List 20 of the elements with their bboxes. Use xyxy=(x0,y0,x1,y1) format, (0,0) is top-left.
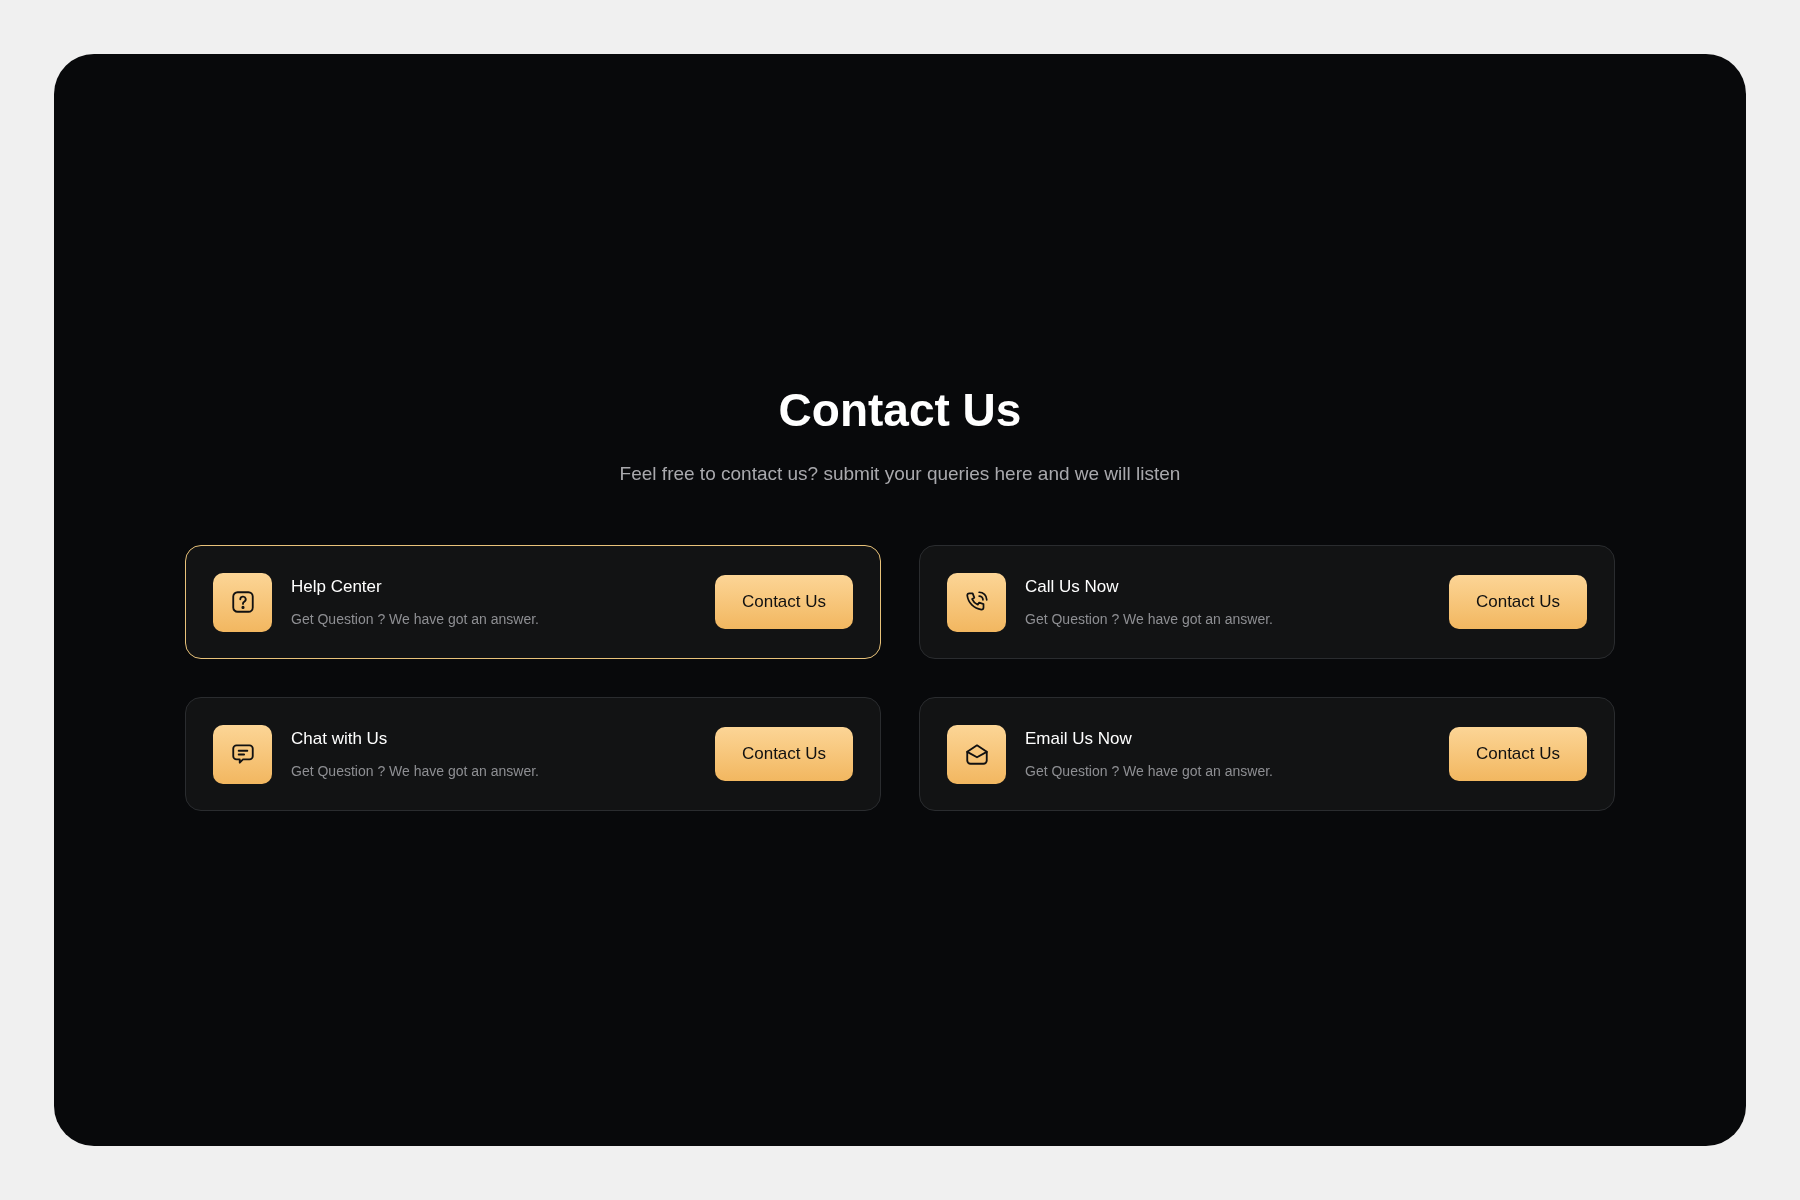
contact-button[interactable]: Contact Us xyxy=(1449,727,1587,781)
card-title: Help Center xyxy=(291,577,383,597)
card-title: Call Us Now xyxy=(1025,577,1120,597)
contact-button[interactable]: Contact Us xyxy=(1449,575,1587,629)
contact-button[interactable]: Contact Us xyxy=(715,727,853,781)
card-title: Email Us Now xyxy=(1025,729,1133,749)
card-description: Get Question ? We have got an answer. xyxy=(291,763,540,779)
contact-card[interactable]: Email Us Now Get Question ? We have got an answer. Contact Us xyxy=(919,697,1615,811)
page-title: Contact Us xyxy=(778,383,1022,437)
card-title: Chat with Us xyxy=(291,729,389,749)
card-description: Get Question ? We have got an answer. xyxy=(1025,763,1274,779)
question-icon xyxy=(229,589,256,615)
chat-icon xyxy=(229,741,256,767)
contact-card[interactable]: Chat with Us Get Question ? We have got an answer. Contact Us xyxy=(185,697,881,811)
contact-card[interactable]: Call Us Now Get Question ? We have got an answer. Contact Us xyxy=(919,545,1615,659)
card-description: Get Question ? We have got an answer. xyxy=(1025,611,1274,627)
contact-card[interactable]: Help Center Get Question ? We have got an answer. Contact Us xyxy=(185,545,881,659)
page-subtitle: Feel free to contact us? submit your queries here and we will listen xyxy=(619,463,1181,485)
card-description: Get Question ? We have got an answer. xyxy=(291,611,540,627)
contact-button[interactable]: Contact Us xyxy=(715,575,853,629)
